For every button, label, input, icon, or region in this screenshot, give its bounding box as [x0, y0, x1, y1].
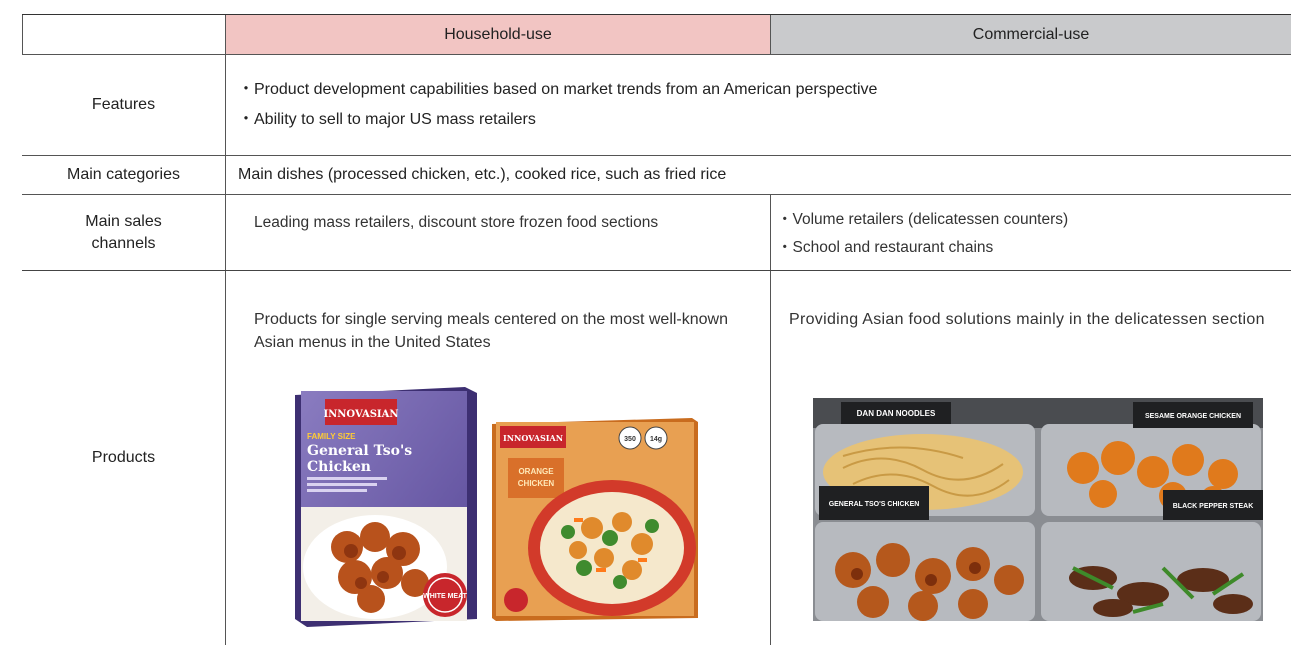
box2-line2: CHICKEN	[518, 479, 555, 488]
header-commercial: Commercial-use	[771, 15, 1291, 54]
channels-label-line2: channels	[91, 234, 156, 252]
channels-label: Main sales channels	[22, 195, 226, 270]
products-household: Products for single serving meals center…	[226, 271, 771, 645]
box2-line1: ORANGE	[518, 467, 554, 476]
features-item: ・Ability to sell to major US mass retail…	[238, 111, 536, 128]
deli-sign-2: SESAME ORANGE CHICKEN	[1145, 413, 1241, 420]
categories-row: Main categories Main dishes (processed c…	[22, 156, 1291, 195]
box2-brand: INNOVASIAN	[503, 433, 563, 443]
products-row: Products Products for single serving mea…	[22, 271, 1291, 645]
channels-row: Main sales channels Leading mass retaile…	[22, 195, 1291, 271]
products-household-text: Products for single serving meals center…	[254, 311, 728, 351]
deli-counter-image: DAN DAN NOODLES SESAME ORANGE CHICKEN GE…	[813, 398, 1263, 621]
general-tso-box-image: INNOVASIAN FAMILY SIZE General Tso's Chi…	[295, 387, 477, 627]
box1-line1: FAMILY SIZE	[307, 432, 356, 441]
deli-sign-4: BLACK PEPPER STEAK	[1173, 503, 1254, 510]
orange-chicken-box-image: INNOVASIAN 350 14g ORANGE CHICKEN	[492, 418, 698, 621]
products-label: Products	[22, 271, 226, 645]
deli-sign-1: DAN DAN NOODLES	[857, 409, 936, 418]
box1-seal: WHITE MEAT	[423, 593, 468, 600]
categories-label: Main categories	[22, 156, 226, 194]
header-row: Household-use Commercial-use	[22, 15, 1291, 55]
header-corner-cell	[22, 15, 226, 54]
header-household: Household-use	[226, 15, 771, 54]
box2-badge1: 350	[624, 436, 636, 443]
box1-brand: INNOVASIAN	[323, 409, 398, 420]
channels-commercial-item: ・Volume retailers (delicatessen counters…	[777, 211, 1069, 228]
box2-badge2: 14g	[650, 436, 662, 443]
box1-line3: Chicken	[307, 459, 371, 475]
channels-label-line1: Main sales	[85, 212, 162, 230]
deli-sign-3: GENERAL TSO'S CHICKEN	[829, 501, 920, 508]
channels-commercial-item: ・School and restaurant chains	[777, 239, 994, 256]
categories-content: Main dishes (processed chicken, etc.), c…	[238, 166, 727, 183]
channels-household-text: Leading mass retailers, discount store f…	[254, 214, 659, 231]
features-item: ・Product development capabilities based …	[238, 81, 878, 98]
features-row: Features ・Product development capabiliti…	[22, 55, 1291, 156]
box1-line2: General Tso's	[307, 443, 412, 459]
features-label: Features	[22, 55, 226, 155]
comparison-table: Household-use Commercial-use Features ・P…	[22, 14, 1291, 645]
channels-commercial: ・Volume retailers (delicatessen counters…	[771, 195, 1291, 270]
products-commercial: Providing Asian food solutions mainly in…	[771, 271, 1291, 645]
features-content: ・Product development capabilities based …	[226, 55, 1291, 155]
products-commercial-text: Providing Asian food solutions mainly in…	[789, 311, 1265, 328]
channels-household: Leading mass retailers, discount store f…	[226, 195, 771, 270]
